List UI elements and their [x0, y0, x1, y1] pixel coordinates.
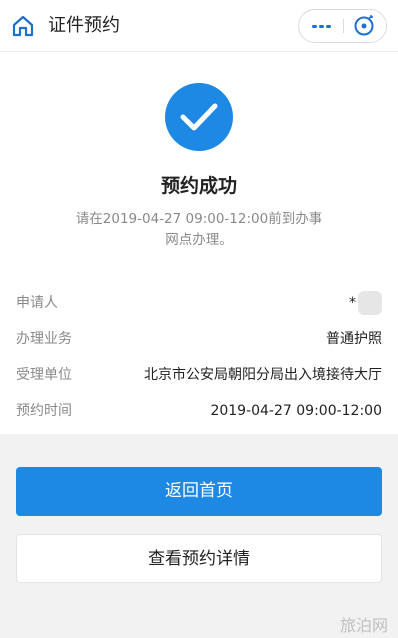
close-target-icon[interactable]	[344, 10, 386, 42]
detail-label: 申请人	[16, 295, 58, 311]
home-icon[interactable]	[10, 13, 36, 39]
result-panel: 预约成功 请在2019-04-27 09:00-12:00前到办事网点办理。 申…	[0, 52, 398, 434]
detail-label: 预约时间	[16, 403, 72, 419]
detail-value: 北京市公安局朝阳分局出入境接待大厅	[144, 367, 382, 383]
header-bar: 证件预约	[0, 0, 398, 52]
detail-label: 受理单位	[16, 367, 72, 383]
mini-program-capsule	[298, 9, 387, 43]
page-title: 证件预约	[48, 15, 120, 36]
applicant-name-redaction	[358, 291, 382, 315]
success-title: 预约成功	[160, 175, 237, 197]
detail-value: 普通护照	[326, 331, 382, 347]
detail-row-office: 受理单位 北京市公安局朝阳分局出入境接待大厅	[16, 363, 382, 387]
success-badge	[165, 83, 233, 151]
back-home-button[interactable]: 返回首页	[16, 467, 382, 516]
checkmark-icon	[180, 103, 218, 131]
detail-value: 2019-04-27 09:00-12:00	[210, 403, 382, 419]
view-details-button[interactable]: 查看预约详情	[16, 534, 382, 583]
success-description: 请在2019-04-27 09:00-12:00前到办事网点办理。	[75, 211, 323, 248]
watermark: 旅泊网	[339, 616, 388, 635]
detail-label: 办理业务	[16, 331, 72, 347]
more-dots-icon[interactable]	[299, 10, 343, 42]
detail-row-applicant: 申请人 *	[16, 291, 382, 315]
detail-row-time: 预约时间 2019-04-27 09:00-12:00	[16, 399, 382, 423]
applicant-name-masked: *	[349, 295, 356, 311]
detail-row-business: 办理业务 普通护照	[16, 327, 382, 351]
